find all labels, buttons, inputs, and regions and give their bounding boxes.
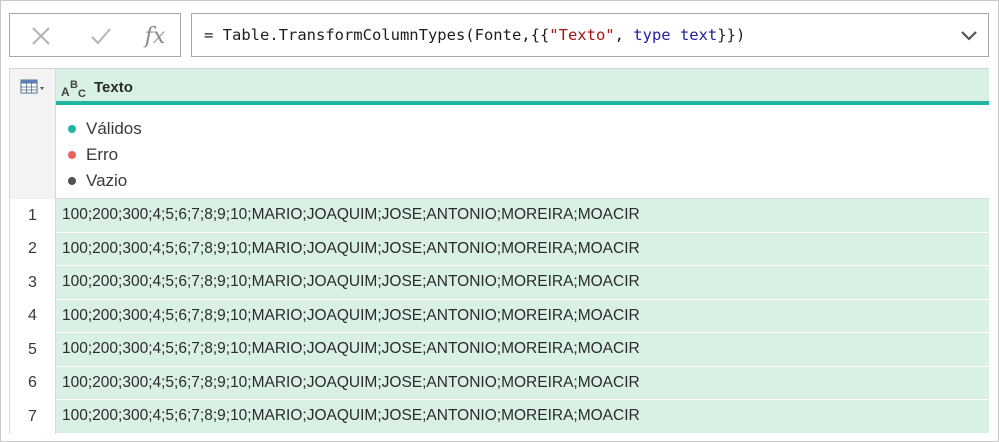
formula-string: "Texto" — [549, 26, 615, 44]
quality-error: Erro — [68, 145, 118, 165]
table-row: 7 100;200;300;4;5;6;7;8;9;10;MARIO;JOAQU… — [10, 400, 989, 434]
quality-valid: Válidos — [68, 119, 142, 139]
table-row: 2 100;200;300;4;5;6;7;8;9;10;MARIO;JOAQU… — [10, 232, 989, 266]
svg-text:B: B — [70, 79, 78, 91]
table-cell[interactable]: 100;200;300;4;5;6;7;8;9;10;MARIO;JOAQUIM… — [56, 266, 989, 300]
row-number[interactable]: 5 — [10, 333, 56, 367]
column-quality-profile: Válidos Erro Vazio — [56, 105, 989, 199]
data-grid: A B C Texto Válidos Erro Vazio 1 100;200… — [9, 68, 989, 434]
column-header-texto[interactable]: A B C Texto — [56, 69, 989, 105]
quality-empty-label: Vazio — [86, 171, 128, 190]
formula-input[interactable]: = Table.TransformColumnTypes(Fonte,{{"Te… — [191, 13, 989, 57]
row-number[interactable]: 1 — [10, 199, 56, 233]
chevron-down-icon[interactable] — [958, 26, 980, 46]
table-cell[interactable]: 100;200;300;4;5;6;7;8;9;10;MARIO;JOAQUIM… — [56, 400, 989, 434]
query-editor-panel: fx = Table.TransformColumnTypes(Fonte,{{… — [0, 0, 999, 442]
formula-keyword: type text — [633, 26, 718, 44]
row-number[interactable]: 3 — [10, 266, 56, 300]
svg-text:A: A — [61, 85, 70, 99]
row-number[interactable]: 7 — [10, 400, 56, 434]
formula-separator: , — [614, 26, 634, 44]
formula-bar: fx = Table.TransformColumnTypes(Fonte,{{… — [9, 13, 989, 59]
table-row: 6 100;200;300;4;5;6;7;8;9;10;MARIO;JOAQU… — [10, 366, 989, 400]
table-cell[interactable]: 100;200;300;4;5;6;7;8;9;10;MARIO;JOAQUIM… — [56, 366, 989, 400]
row-number[interactable]: 4 — [10, 299, 56, 333]
svg-text:C: C — [78, 88, 86, 99]
column-title: Texto — [94, 79, 133, 96]
insert-function-button[interactable]: fx — [140, 22, 170, 50]
quality-error-label: Erro — [86, 145, 119, 164]
table-icon — [20, 79, 44, 94]
table-cell[interactable]: 100;200;300;4;5;6;7;8;9;10;MARIO;JOAQUIM… — [56, 299, 989, 333]
row-number[interactable]: 6 — [10, 366, 56, 400]
table-row: 1 100;200;300;4;5;6;7;8;9;10;MARIO;JOAQU… — [10, 199, 989, 233]
close-icon[interactable] — [26, 22, 56, 50]
table-cell[interactable]: 100;200;300;4;5;6;7;8;9;10;MARIO;JOAQUIM… — [56, 232, 989, 266]
table-row: 4 100;200;300;4;5;6;7;8;9;10;MARIO;JOAQU… — [10, 299, 989, 333]
row-number[interactable]: 2 — [10, 232, 56, 266]
formula-controls: fx — [9, 13, 181, 57]
quality-valid-label: Válidos — [86, 119, 142, 138]
formula-suffix: }}) — [717, 26, 746, 44]
check-icon[interactable] — [86, 22, 116, 50]
formula-text: = Table.TransformColumnTypes(Fonte,{{"Te… — [204, 26, 745, 44]
empty-dot-icon — [68, 177, 76, 185]
error-dot-icon — [68, 151, 76, 159]
formula-prefix: = Table.TransformColumnTypes(Fonte,{{ — [204, 26, 550, 44]
table-cell[interactable]: 100;200;300;4;5;6;7;8;9;10;MARIO;JOAQUIM… — [56, 199, 989, 233]
table-menu-button[interactable] — [10, 69, 56, 105]
table-cell[interactable]: 100;200;300;4;5;6;7;8;9;10;MARIO;JOAQUIM… — [56, 333, 989, 367]
function-label: fx — [144, 23, 166, 49]
abc-type-icon[interactable]: A B C — [60, 77, 90, 104]
table-body: 1 100;200;300;4;5;6;7;8;9;10;MARIO;JOAQU… — [10, 199, 989, 434]
quality-empty: Vazio — [68, 171, 127, 191]
profile-gutter — [10, 105, 56, 199]
table-row: 5 100;200;300;4;5;6;7;8;9;10;MARIO;JOAQU… — [10, 333, 989, 367]
valid-dot-icon — [68, 125, 76, 133]
table-row: 3 100;200;300;4;5;6;7;8;9;10;MARIO;JOAQU… — [10, 266, 989, 300]
